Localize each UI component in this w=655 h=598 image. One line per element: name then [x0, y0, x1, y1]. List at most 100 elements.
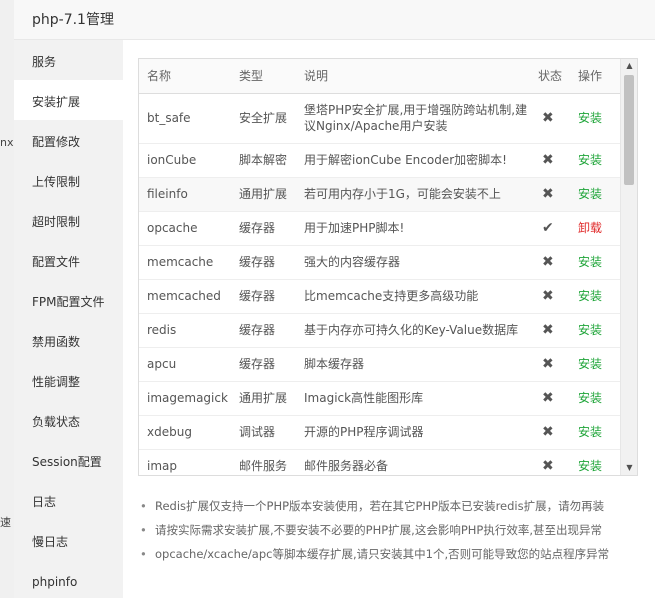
extensions-table: 名称 类型 说明 状态 操作 bt_safe 安全扩展 堡塔PHP安全扩展,用于…: [139, 59, 621, 475]
table-row: ionCube 脚本解密 用于解密ionCube Encoder加密脚本! ✖ …: [139, 143, 621, 178]
ext-desc: 若可用内存小于1G，可能会安装不上: [296, 177, 530, 212]
ext-type: 缓存器: [231, 279, 296, 314]
ext-name: fileinfo: [139, 177, 231, 212]
sidebar-menu: 服务 安装扩展 配置修改 上传限制 超时限制 配置文件 FPM配置文件 禁用函数…: [14, 40, 123, 598]
ext-desc: 用于解密ionCube Encoder加密脚本!: [296, 143, 530, 178]
install-button[interactable]: 安装: [570, 93, 621, 144]
ext-type: 邮件服务: [231, 449, 296, 475]
status-not-installed-icon: ✖: [530, 347, 570, 382]
sidebar-item-fpm-config[interactable]: FPM配置文件: [14, 280, 123, 320]
status-not-installed-icon: ✖: [530, 381, 570, 416]
sidebar-item-performance[interactable]: 性能调整: [14, 360, 123, 400]
ext-desc: 邮件服务器必备: [296, 449, 530, 475]
column-header-type: 类型: [231, 59, 296, 94]
table-row: redis 缓存器 基于内存亦可持久化的Key-Value数据库 ✖ 安装: [139, 313, 621, 348]
sidebar-item-load-status[interactable]: 负载状态: [14, 400, 123, 440]
install-button[interactable]: 安装: [570, 177, 621, 212]
status-not-installed-icon: ✖: [530, 93, 570, 144]
dialog-title: php-7.1管理: [14, 0, 655, 40]
tip-item: opcache/xcache/apc等脚本缓存扩展,请只安装其中1个,否则可能导…: [138, 542, 638, 566]
scrollbar-thumb[interactable]: [624, 75, 634, 185]
sidebar-item-log[interactable]: 日志: [14, 480, 123, 520]
table-row: imap 邮件服务 邮件服务器必备 ✖ 安装: [139, 449, 621, 475]
install-button[interactable]: 安装: [570, 313, 621, 348]
install-button[interactable]: 安装: [570, 245, 621, 280]
ext-type: 缓存器: [231, 313, 296, 348]
status-not-installed-icon: ✖: [530, 449, 570, 475]
install-button[interactable]: 安装: [570, 143, 621, 178]
install-button[interactable]: 安装: [570, 279, 621, 314]
ext-name: imagemagick: [139, 381, 231, 416]
ext-desc: 强大的内容缓存器: [296, 245, 530, 280]
php-manager-dialog: php-7.1管理 服务 安装扩展 配置修改 上传限制 超时限制 配置文件 FP…: [14, 0, 655, 598]
column-header-op: 操作: [570, 59, 621, 94]
table-row: apcu 缓存器 脚本缓存器 ✖ 安装: [139, 347, 621, 382]
sidebar-item-install-extensions[interactable]: 安装扩展: [14, 80, 123, 120]
status-not-installed-icon: ✖: [530, 245, 570, 280]
ext-type: 通用扩展: [231, 177, 296, 212]
table-row: xdebug 调试器 开源的PHP程序调试器 ✖ 安装: [139, 415, 621, 450]
sidebar-item-config-modify[interactable]: 配置修改: [14, 120, 123, 160]
status-installed-icon: ✔: [530, 211, 570, 246]
status-not-installed-icon: ✖: [530, 143, 570, 178]
table-scrollbar[interactable]: ▲ ▼: [620, 59, 637, 475]
ext-type: 缓存器: [231, 211, 296, 246]
install-button[interactable]: 安装: [570, 347, 621, 382]
tip-item: Redis扩展仅支持一个PHP版本安装使用，若在其它PHP版本已安装redis扩…: [138, 494, 638, 518]
sidebar-item-disabled-functions[interactable]: 禁用函数: [14, 320, 123, 360]
table-row: memcache 缓存器 强大的内容缓存器 ✖ 安装: [139, 245, 621, 280]
status-not-installed-icon: ✖: [530, 313, 570, 348]
ext-name: xdebug: [139, 415, 231, 450]
ext-type: 通用扩展: [231, 381, 296, 416]
sidebar-item-session-config[interactable]: Session配置: [14, 440, 123, 480]
ext-type: 安全扩展: [231, 93, 296, 144]
ext-type: 缓存器: [231, 245, 296, 280]
main-content: 名称 类型 说明 状态 操作 bt_safe 安全扩展 堡塔PHP安全扩展,用于…: [123, 40, 655, 598]
sidebar-item-timeout-limit[interactable]: 超时限制: [14, 200, 123, 240]
scroll-up-arrow-icon[interactable]: ▲: [621, 59, 637, 73]
ext-name: opcache: [139, 211, 231, 246]
uninstall-button[interactable]: 卸载: [570, 211, 621, 246]
column-header-status: 状态: [530, 59, 570, 94]
ext-desc: 基于内存亦可持久化的Key-Value数据库: [296, 313, 530, 348]
ext-name: memcache: [139, 245, 231, 280]
install-button[interactable]: 安装: [570, 449, 621, 475]
ext-desc: Imagick高性能图形库: [296, 381, 530, 416]
status-not-installed-icon: ✖: [530, 279, 570, 314]
ext-type: 缓存器: [231, 347, 296, 382]
extensions-table-container: 名称 类型 说明 状态 操作 bt_safe 安全扩展 堡塔PHP安全扩展,用于…: [138, 58, 638, 476]
background-page-edge: nx 速: [0, 0, 14, 598]
table-row: memcached 缓存器 比memcache支持更多高级功能 ✖ 安装: [139, 279, 621, 314]
ext-desc: 用于加速PHP脚本!: [296, 211, 530, 246]
ext-name: imap: [139, 449, 231, 475]
install-button[interactable]: 安装: [570, 415, 621, 450]
scroll-down-arrow-icon[interactable]: ▼: [621, 461, 637, 475]
ext-name: ionCube: [139, 143, 231, 178]
tips-list: Redis扩展仅支持一个PHP版本安装使用，若在其它PHP版本已安装redis扩…: [138, 494, 638, 566]
sidebar-item-upload-limit[interactable]: 上传限制: [14, 160, 123, 200]
ext-desc: 开源的PHP程序调试器: [296, 415, 530, 450]
ext-name: bt_safe: [139, 93, 231, 144]
ext-name: redis: [139, 313, 231, 348]
sidebar-item-service[interactable]: 服务: [14, 40, 123, 80]
status-not-installed-icon: ✖: [530, 177, 570, 212]
sidebar-item-config-file[interactable]: 配置文件: [14, 240, 123, 280]
sidebar-item-phpinfo[interactable]: phpinfo: [14, 560, 123, 598]
table-row: opcache 缓存器 用于加速PHP脚本! ✔ 卸载: [139, 211, 621, 246]
table-header-row: 名称 类型 说明 状态 操作: [139, 59, 621, 94]
column-header-name: 名称: [139, 59, 231, 94]
sidebar-item-slow-log[interactable]: 慢日志: [14, 520, 123, 560]
table-row: imagemagick 通用扩展 Imagick高性能图形库 ✖ 安装: [139, 381, 621, 416]
background-text-fragment: nx: [0, 136, 14, 149]
ext-type: 调试器: [231, 415, 296, 450]
column-header-desc: 说明: [296, 59, 530, 94]
ext-desc: 堡塔PHP安全扩展,用于增强防跨站机制,建议Nginx/Apache用户安装: [296, 93, 530, 144]
ext-name: memcached: [139, 279, 231, 314]
background-text-fragment: 速: [0, 516, 11, 529]
ext-type: 脚本解密: [231, 143, 296, 178]
table-row: fileinfo 通用扩展 若可用内存小于1G，可能会安装不上 ✖ 安装: [139, 177, 621, 212]
table-row: bt_safe 安全扩展 堡塔PHP安全扩展,用于增强防跨站机制,建议Nginx…: [139, 93, 621, 144]
status-not-installed-icon: ✖: [530, 415, 570, 450]
ext-name: apcu: [139, 347, 231, 382]
install-button[interactable]: 安装: [570, 381, 621, 416]
